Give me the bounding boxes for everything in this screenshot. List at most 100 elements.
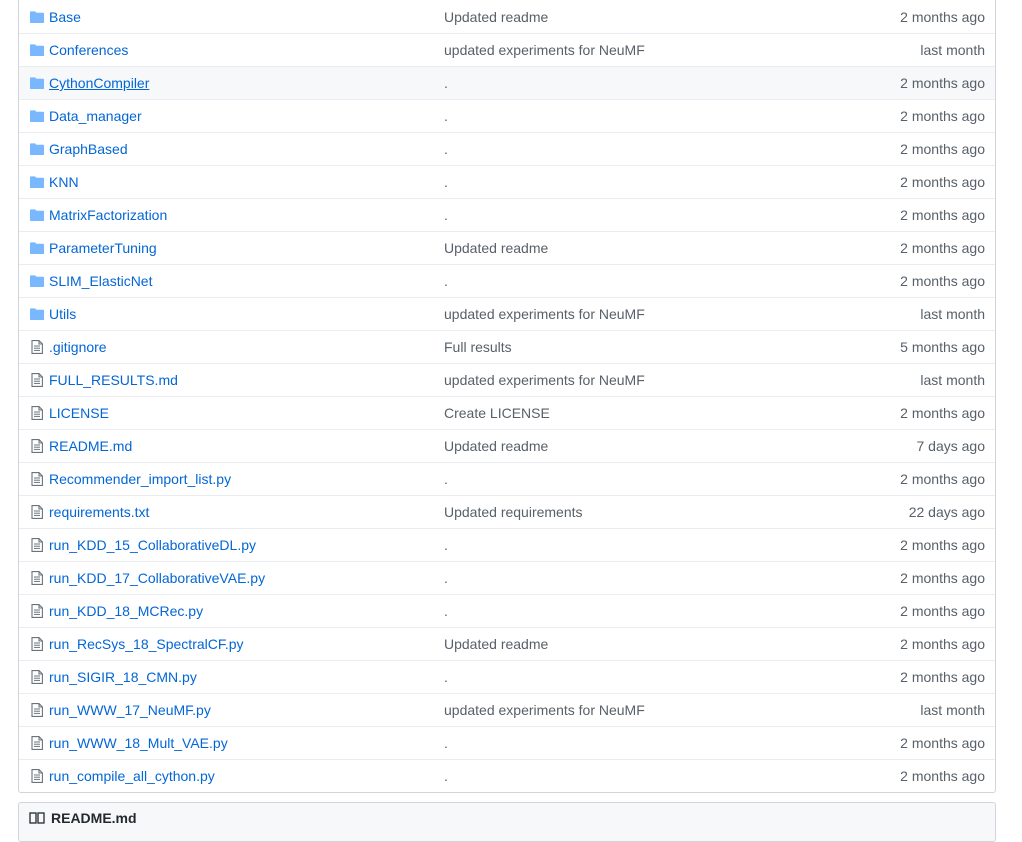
- commit-age: 22 days ago: [908, 504, 985, 520]
- file-name-link[interactable]: run_WWW_18_Mult_VAE.py: [49, 735, 444, 751]
- file-row[interactable]: run_KDD_18_MCRec.py. 2 months ago: [19, 594, 995, 627]
- file-name-link[interactable]: run_KDD_15_CollaborativeDL.py: [49, 537, 444, 553]
- commit-message-link[interactable]: .: [444, 603, 845, 619]
- commit-message-link[interactable]: updated experiments for NeuMF: [444, 42, 845, 58]
- file-name-link[interactable]: SLIM_ElasticNet: [49, 273, 444, 289]
- file-row[interactable]: run_KDD_15_CollaborativeDL.py. 2 months a…: [19, 528, 995, 561]
- file-name-link[interactable]: run_KDD_17_CollaborativeVAE.py: [49, 570, 444, 586]
- commit-message-link[interactable]: updated experiments for NeuMF: [444, 372, 845, 388]
- file-row[interactable]: run_KDD_17_CollaborativeVAE.py. 2 months …: [19, 561, 995, 594]
- file-name-link[interactable]: Conferences: [49, 42, 444, 58]
- commit-message-link[interactable]: .: [444, 537, 845, 553]
- file-icon: [30, 472, 44, 486]
- commit-age: 2 months ago: [900, 603, 985, 619]
- file-name-link[interactable]: Utils: [49, 306, 444, 322]
- folder-icon: [30, 109, 44, 123]
- commit-age: 2 months ago: [900, 273, 985, 289]
- commit-message-link[interactable]: Updated readme: [444, 240, 845, 256]
- file-row[interactable]: requirements.txt Updated requirements 22 d…: [19, 495, 995, 528]
- commit-message-link[interactable]: Full results: [444, 339, 845, 355]
- commit-message-link[interactable]: Updated requirements: [444, 504, 845, 520]
- book-icon: [29, 811, 45, 825]
- file-name-link[interactable]: .gitignore: [49, 339, 444, 355]
- file-row[interactable]: run_SIGIR_18_CMN.py. 2 months ago: [19, 660, 995, 693]
- file-row[interactable]: KNN. 2 months ago: [19, 165, 995, 198]
- commit-message-link[interactable]: .: [444, 669, 845, 685]
- commit-message-link[interactable]: updated experiments for NeuMF: [444, 702, 845, 718]
- file-icon: [30, 340, 44, 354]
- commit-message-link[interactable]: .: [444, 174, 845, 190]
- file-name-link[interactable]: Base: [49, 9, 444, 25]
- file-row[interactable]: README.md Updated readme 7 days ago: [19, 429, 995, 462]
- file-row[interactable]: MatrixFactorization. 2 months ago: [19, 198, 995, 231]
- readme-header: README.md: [19, 803, 995, 833]
- file-row[interactable]: SLIM_ElasticNet. 2 months ago: [19, 264, 995, 297]
- file-name-link[interactable]: FULL_RESULTS.md: [49, 372, 444, 388]
- file-row[interactable]: CythonCompiler. 2 months ago: [19, 66, 995, 99]
- file-row[interactable]: GraphBased. 2 months ago: [19, 132, 995, 165]
- commit-age: last month: [920, 372, 985, 388]
- file-name-link[interactable]: ParameterTuning: [49, 240, 444, 256]
- file-row[interactable]: ParameterTuning Updated readme 2 months ag…: [19, 231, 995, 264]
- file-name-link[interactable]: Recommender_import_list.py: [49, 471, 444, 487]
- file-name-link[interactable]: run_RecSys_18_SpectralCF.py: [49, 636, 444, 652]
- commit-age: 2 months ago: [900, 75, 985, 91]
- folder-icon: [30, 175, 44, 189]
- commit-message-link[interactable]: .: [444, 75, 845, 91]
- commit-age: 2 months ago: [900, 636, 985, 652]
- file-name-link[interactable]: run_KDD_18_MCRec.py: [49, 603, 444, 619]
- commit-message-link[interactable]: updated experiments for NeuMF: [444, 306, 845, 322]
- file-name-link[interactable]: LICENSE: [49, 405, 444, 421]
- commit-age: 2 months ago: [900, 174, 985, 190]
- commit-message-link[interactable]: Updated readme: [444, 636, 845, 652]
- file-row[interactable]: run_RecSys_18_SpectralCF.py Updated readm…: [19, 627, 995, 660]
- commit-message-link[interactable]: Updated readme: [444, 9, 845, 25]
- commit-age: 2 months ago: [900, 108, 985, 124]
- commit-age: 7 days ago: [916, 438, 986, 454]
- file-row[interactable]: Recommender_import_list.py. 2 months ago: [19, 462, 995, 495]
- file-icon: [30, 736, 44, 750]
- commit-message-link[interactable]: .: [444, 471, 845, 487]
- file-name-link[interactable]: README.md: [49, 438, 444, 454]
- file-row[interactable]: FULL_RESULTS.md updated experiments for N…: [19, 363, 995, 396]
- commit-message-link[interactable]: .: [444, 273, 845, 289]
- file-icon: [30, 604, 44, 618]
- file-row[interactable]: Data_manager. 2 months ago: [19, 99, 995, 132]
- file-row[interactable]: Utils updated experiments for NeuMF last m…: [19, 297, 995, 330]
- file-name-link[interactable]: CythonCompiler: [49, 75, 444, 91]
- file-name-link[interactable]: Data_manager: [49, 108, 444, 124]
- file-row[interactable]: run_WWW_17_NeuMF.py updated experiments f…: [19, 693, 995, 726]
- file-name-link[interactable]: run_compile_all_cython.py: [49, 768, 444, 784]
- file-row[interactable]: .gitignore Full results 5 months ago: [19, 330, 995, 363]
- file-row[interactable]: run_WWW_18_Mult_VAE.py. 2 months ago: [19, 726, 995, 759]
- commit-message-link[interactable]: .: [444, 207, 845, 223]
- file-icon: [30, 373, 44, 387]
- file-name-link[interactable]: KNN: [49, 174, 444, 190]
- commit-message-link[interactable]: Create LICENSE: [444, 405, 845, 421]
- file-name-link[interactable]: MatrixFactorization: [49, 207, 444, 223]
- commit-message-link[interactable]: .: [444, 768, 845, 784]
- file-name-link[interactable]: GraphBased: [49, 141, 444, 157]
- file-row[interactable]: Base Updated readme 2 months ago: [19, 0, 995, 33]
- file-icon: [30, 439, 44, 453]
- file-icon: [30, 703, 44, 717]
- file-icon: [30, 769, 44, 783]
- commit-message-link[interactable]: .: [444, 108, 845, 124]
- file-name-link[interactable]: requirements.txt: [49, 504, 444, 520]
- file-icon: [30, 505, 44, 519]
- commit-message-link[interactable]: .: [444, 735, 845, 751]
- file-name-link[interactable]: run_SIGIR_18_CMN.py: [49, 669, 444, 685]
- folder-icon: [30, 10, 44, 24]
- file-row[interactable]: run_compile_all_cython.py. 2 months ago: [19, 759, 995, 792]
- file-list-table: Base Updated readme 2 months ago Conference…: [18, 0, 996, 793]
- commit-message-link[interactable]: Updated readme: [444, 438, 845, 454]
- commit-age: 2 months ago: [900, 537, 985, 553]
- file-name-link[interactable]: run_WWW_17_NeuMF.py: [49, 702, 444, 718]
- commit-message-link[interactable]: .: [444, 570, 845, 586]
- file-row[interactable]: Conferences updated experiments for NeuMF…: [19, 33, 995, 66]
- commit-message-link[interactable]: .: [444, 141, 845, 157]
- file-row[interactable]: LICENSE Create LICENSE 2 months ago: [19, 396, 995, 429]
- commit-age: last month: [920, 306, 985, 322]
- folder-icon: [30, 274, 44, 288]
- readme-title[interactable]: README.md: [51, 810, 137, 826]
